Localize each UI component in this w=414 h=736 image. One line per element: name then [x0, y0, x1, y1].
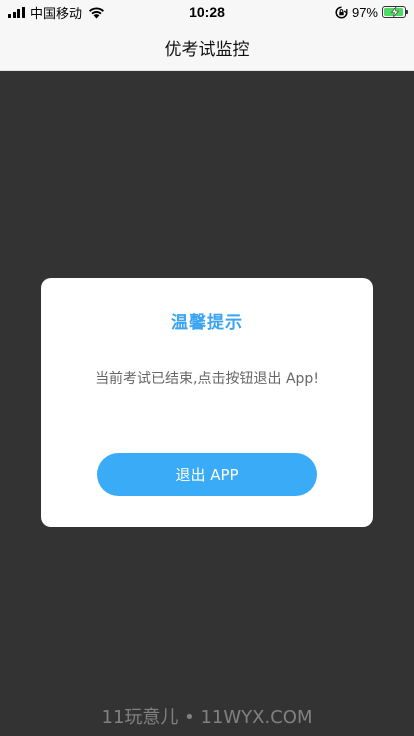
- battery-fill: [384, 7, 404, 17]
- exit-app-button[interactable]: 退出 APP: [97, 453, 317, 496]
- status-right: 97%: [335, 4, 408, 20]
- page-title: 优考试监控: [164, 39, 250, 60]
- status-bar: 中国移动 10:28 97%: [0, 0, 414, 24]
- dialog-message: 当前考试已结束,点击按钮退出 App!: [95, 371, 319, 387]
- dialog-title: 温馨提示: [171, 313, 243, 333]
- rotation-lock-icon: [335, 5, 348, 19]
- nav-bar: 优考试监控: [0, 24, 414, 71]
- bolt-icon: [390, 7, 400, 17]
- alert-dialog: 温馨提示 当前考试已结束,点击按钮退出 App! 退出 APP: [41, 278, 373, 527]
- watermark: 11玩意儿 • 11WYX.COM: [101, 707, 313, 728]
- screen: 中国移动 10:28 97% 优考试监控 温馨提示 当前考试已结束,点击按钮退出…: [0, 0, 414, 736]
- battery-charging-icon: [382, 6, 408, 18]
- battery-percent: 97%: [351, 4, 378, 20]
